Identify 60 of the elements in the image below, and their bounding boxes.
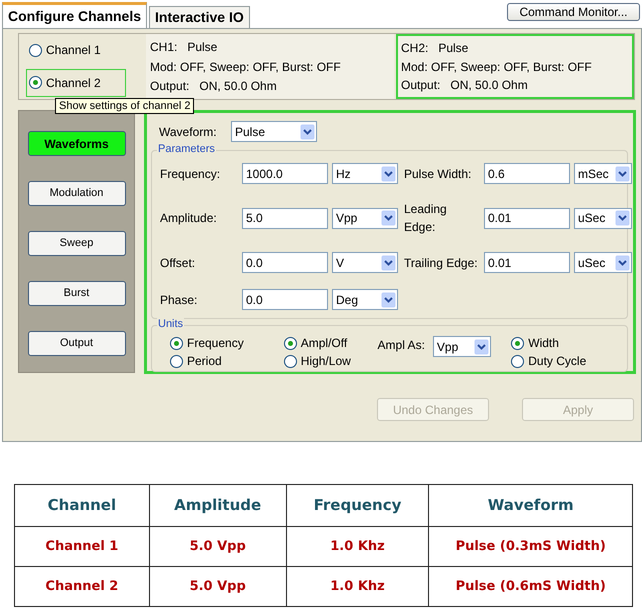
command-monitor-button[interactable]: Command Monitor...: [507, 3, 640, 21]
radio-option[interactable]: Ampl/Off: [284, 336, 378, 350]
dropdown[interactable]: uSec: [574, 252, 632, 273]
column-header: Frequency: [286, 484, 429, 526]
tab[interactable]: Configure Channels: [2, 2, 148, 28]
column-header: Amplitude: [149, 484, 286, 526]
input-field[interactable]: 5.0: [242, 208, 328, 228]
summary-text: Mod: OFF, Sweep: OFF, Burst: OFF: [150, 58, 342, 76]
summary-text: Output: ON, 50.0 Ohm: [150, 78, 278, 95]
dropdown[interactable]: V: [332, 252, 398, 273]
summary-text: Output: ON, 50.0 Ohm: [401, 77, 529, 94]
column-header: Channel: [14, 484, 150, 526]
nav-button[interactable]: Modulation: [28, 181, 126, 206]
table-cell: Pulse (0.3mS Width): [428, 526, 632, 566]
field-label: Frequency:: [160, 166, 222, 182]
channel-radio-option[interactable]: Channel 2: [26, 68, 126, 97]
summary-text: CH2: Pulse: [401, 40, 470, 57]
channel-radio-option[interactable]: Channel 1: [26, 36, 126, 64]
radio-option[interactable]: Period: [170, 354, 284, 368]
summary-text: CH1: Pulse: [150, 39, 218, 56]
field-label: Phase:: [160, 292, 198, 308]
table-cell: 5.0 Vpp: [149, 526, 286, 566]
table-cell: Channel 1: [14, 526, 150, 566]
tab[interactable]: Interactive IO: [149, 6, 250, 28]
input-field[interactable]: 0.6: [484, 163, 570, 184]
field-label: Waveform:: [158, 124, 218, 140]
field-label: Amplitude:: [160, 210, 218, 227]
field-label: Pulse Width:: [404, 166, 472, 182]
table-cell: Pulse (0.6mS Width): [428, 566, 632, 606]
field-label: Trailing Edge:: [404, 254, 479, 272]
dropdown[interactable]: Hz: [332, 163, 398, 184]
radio-option[interactable]: Duty Cycle: [511, 354, 621, 368]
table-cell: 1.0 Khz: [286, 526, 429, 566]
field-label: Offset:: [160, 254, 196, 272]
radio-option[interactable]: Frequency: [170, 336, 284, 350]
nav-button[interactable]: Burst: [28, 281, 126, 306]
table-cell: 1.0 Khz: [286, 566, 429, 606]
column-header: Waveform: [428, 484, 632, 526]
dropdown[interactable]: Vpp: [332, 208, 398, 228]
input-field[interactable]: 0.0: [242, 252, 328, 273]
field-label: Leading Edge:: [404, 201, 448, 236]
field-label: Ampl As:: [378, 337, 425, 354]
input-field[interactable]: 0.0: [242, 289, 328, 310]
input-field[interactable]: 0.01: [484, 252, 570, 273]
radio-option[interactable]: High/Low: [284, 354, 378, 368]
dropdown[interactable]: mSec: [574, 163, 632, 184]
dropdown[interactable]: Vpp: [432, 336, 491, 357]
table-cell: Channel 2: [14, 566, 150, 606]
dropdown[interactable]: Deg: [332, 289, 398, 310]
summary-text: Mod: OFF, Sweep: OFF, Burst: OFF: [401, 58, 593, 76]
input-field[interactable]: 0.01: [484, 208, 570, 228]
dropdown[interactable]: uSec: [574, 208, 632, 228]
nav-button[interactable]: Sweep: [28, 231, 126, 256]
dropdown[interactable]: Pulse: [231, 121, 317, 142]
nav-button[interactable]: Waveforms: [28, 131, 126, 156]
table-cell: 5.0 Vpp: [149, 566, 286, 606]
input-field[interactable]: 1000.0: [242, 163, 328, 184]
radio-option[interactable]: Width: [511, 336, 621, 350]
tooltip: Show settings of channel 2: [55, 98, 194, 114]
nav-button[interactable]: Output: [28, 331, 126, 356]
